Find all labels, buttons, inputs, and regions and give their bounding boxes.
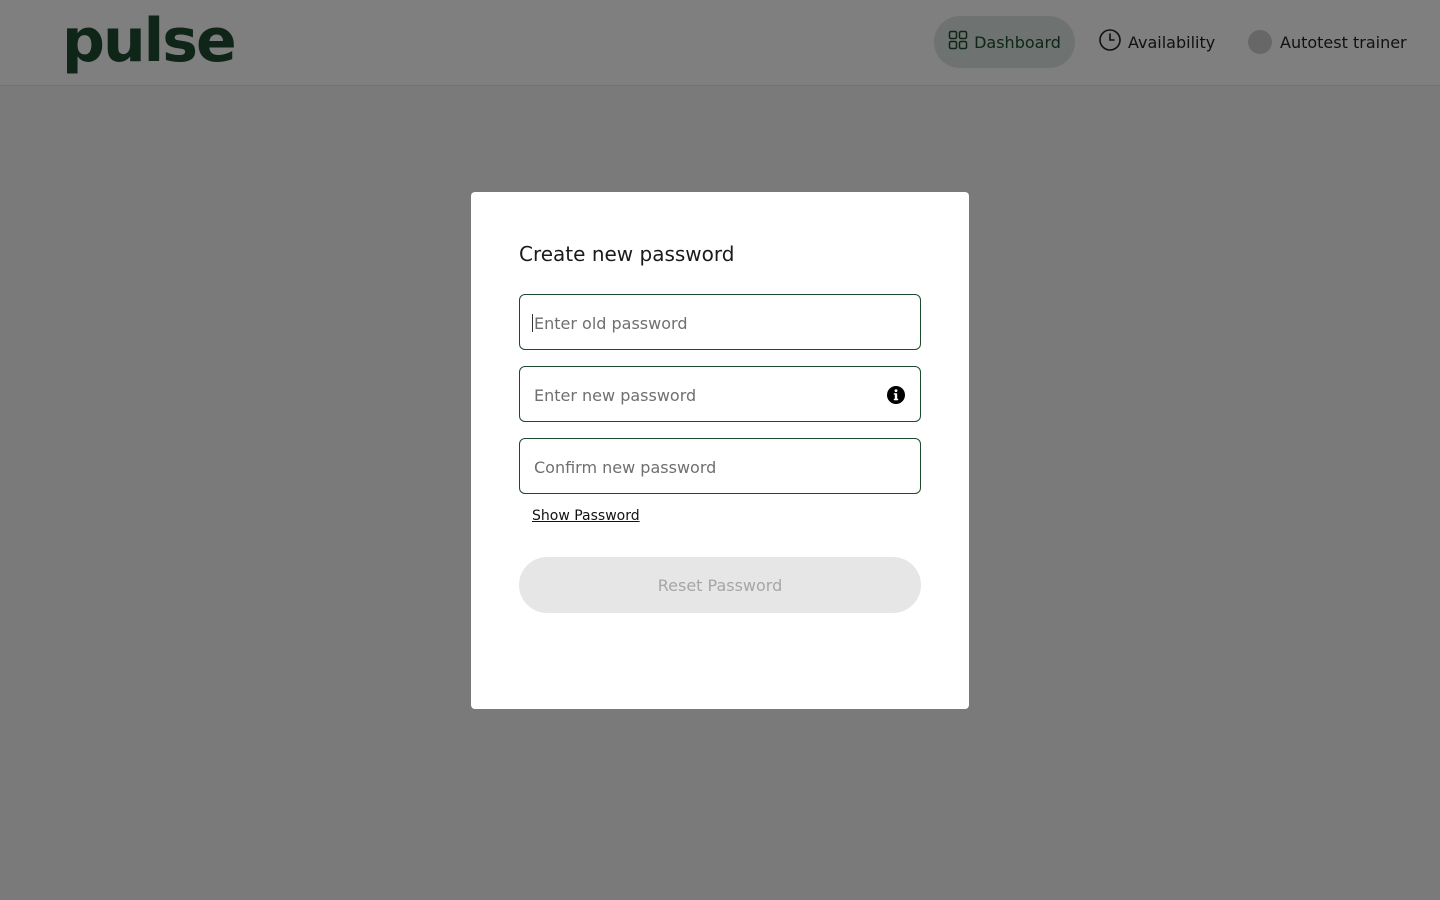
confirm-password-field[interactable] <box>519 438 921 495</box>
new-password-field[interactable] <box>519 366 921 423</box>
reset-password-button[interactable]: Reset Password <box>519 557 921 613</box>
info-icon[interactable] <box>886 385 906 405</box>
show-password-link[interactable]: Show Password <box>532 508 640 524</box>
old-password-field[interactable] <box>519 294 921 351</box>
confirm-password-input[interactable] <box>532 439 876 495</box>
new-password-input[interactable] <box>532 367 876 423</box>
create-password-modal: Create new password Show Password Reset … <box>471 192 969 709</box>
old-password-input[interactable] <box>532 295 876 351</box>
modal-title: Create new password <box>519 242 735 266</box>
